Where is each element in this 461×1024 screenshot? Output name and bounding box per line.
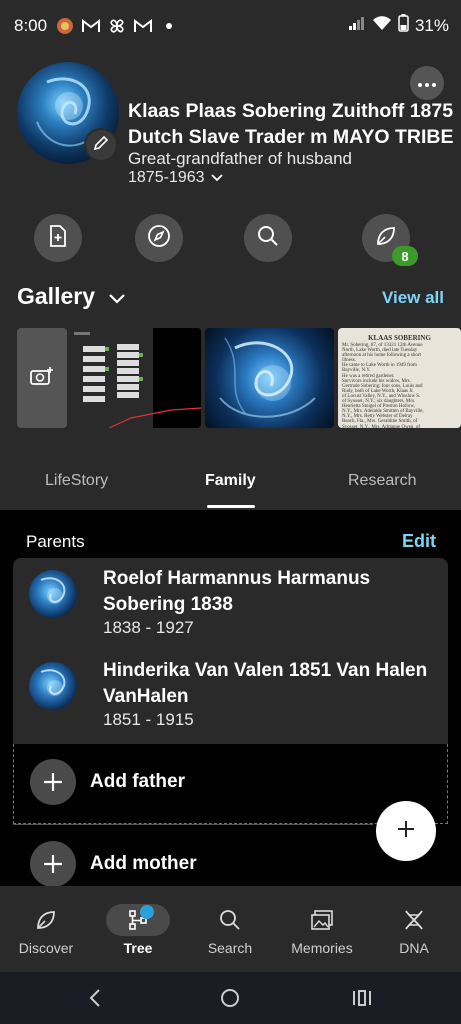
- nav-memories[interactable]: Memories: [276, 886, 368, 972]
- home-icon[interactable]: [220, 988, 240, 1013]
- battery-percent: 31%: [414, 15, 449, 35]
- add-document-icon: [48, 224, 68, 252]
- active-tab-indicator: [207, 505, 255, 508]
- person-years-dropdown[interactable]: 1875-1963: [128, 169, 223, 187]
- nav-discover[interactable]: Discover: [0, 886, 92, 972]
- wifi-icon: [372, 15, 392, 36]
- parent-years: 1838 - 1927: [103, 618, 194, 637]
- notification-dot: [140, 905, 154, 919]
- more-dots-icon: [418, 74, 436, 92]
- status-time: 8:00: [14, 16, 48, 35]
- tab-research[interactable]: Research: [348, 472, 416, 490]
- leaf-icon: [375, 225, 397, 252]
- notification-app-icon: [55, 16, 75, 36]
- nav-label: DNA: [399, 940, 429, 956]
- nav-label: Search: [207, 940, 253, 956]
- gallery-title: Gallery: [17, 283, 95, 309]
- leaf-icon: [14, 904, 78, 936]
- search-icon: [257, 225, 279, 252]
- search-records-button[interactable]: [244, 214, 292, 262]
- explore-button[interactable]: [135, 214, 183, 262]
- recents-icon[interactable]: [352, 989, 372, 1012]
- newspaper-heading: KLAAS SOBERING: [368, 334, 431, 342]
- tree-icon: [106, 904, 170, 936]
- parents-card: Roelof Harmannus Harmanus Sobering 1838 …: [13, 558, 448, 744]
- newspaper-line: Syosset, N.Y., Mrs. Adrianne Owen, of: [342, 424, 421, 429]
- edit-photo-button[interactable]: [84, 128, 118, 162]
- add-mother-button[interactable]: Add mother: [30, 841, 197, 887]
- parent-name: Hinderika Van Valen 1851 Van Halen VanHa…: [103, 660, 428, 707]
- gallery-photo-artwork[interactable]: [205, 328, 334, 428]
- nav-dna[interactable]: DNA: [368, 886, 460, 972]
- edit-parents-button[interactable]: Edit: [402, 531, 436, 552]
- tab-lifestory[interactable]: LifeStory: [45, 472, 108, 490]
- person-name: Klaas Plaas Sobering Zuithoff 1875 Dutch…: [128, 100, 454, 148]
- nav-search[interactable]: Search: [184, 886, 276, 972]
- chevron-down-icon: [109, 283, 125, 310]
- nav-label: Tree: [123, 940, 153, 956]
- add-person-fab[interactable]: [376, 801, 436, 861]
- search-icon: [198, 904, 262, 936]
- add-record-button[interactable]: [34, 214, 82, 262]
- nav-tree[interactable]: Tree: [92, 886, 184, 972]
- newspaper-text: Mr. Sobering, 87, of 13321 12th Avenue No…: [338, 342, 461, 428]
- system-navigation-bar: [0, 972, 461, 1024]
- person-years: 1875-1963: [128, 169, 205, 186]
- avatar: [29, 662, 77, 710]
- view-all-link[interactable]: View all: [382, 288, 444, 308]
- gallery-photo-newspaper[interactable]: KLAAS SOBERING Mr. Sobering, 87, of 1332…: [338, 328, 461, 428]
- parent-years: 1851 - 1915: [103, 710, 194, 729]
- parents-section-title: Parents: [26, 532, 85, 551]
- signal-icon: [348, 15, 366, 36]
- gmail-icon: [81, 16, 101, 36]
- add-photo-tile[interactable]: [17, 328, 67, 428]
- hints-count-badge: 8: [392, 246, 418, 266]
- tab-family[interactable]: Family: [205, 472, 256, 490]
- photos-icon: [290, 904, 354, 936]
- dna-icon: [382, 904, 446, 936]
- chevron-down-icon: [210, 169, 223, 187]
- person-relation: Great-grandfather of husband: [128, 149, 352, 168]
- parent-row-mother[interactable]: Hinderika Van Valen 1851 Van Halen VanHa…: [13, 650, 448, 744]
- nav-label: Discover: [18, 940, 74, 956]
- status-bar: 8:00 31%: [0, 0, 461, 52]
- avatar: [29, 570, 77, 618]
- more-notifications-dot-icon: [159, 16, 179, 36]
- bottom-navigation: Discover Tree Search Memories DNA: [0, 886, 461, 972]
- divider: [13, 824, 373, 825]
- add-mother-label: Add mother: [90, 853, 197, 874]
- plus-icon: [30, 759, 76, 805]
- back-icon[interactable]: [88, 988, 102, 1013]
- plus-icon: [30, 841, 76, 887]
- plus-icon: [396, 819, 416, 844]
- nav-label: Memories: [291, 940, 353, 956]
- battery-icon: [398, 14, 409, 37]
- parent-name: Roelof Harmannus Harmanus Sobering 1838: [103, 568, 371, 615]
- gmail-icon-2: [133, 16, 153, 36]
- add-photo-icon: [30, 366, 54, 391]
- compass-icon: [147, 224, 171, 253]
- more-options-button[interactable]: [410, 66, 444, 100]
- pencil-icon: [93, 135, 109, 156]
- add-father-button[interactable]: Add father: [30, 759, 185, 805]
- add-father-label: Add father: [90, 771, 185, 792]
- parent-row-father[interactable]: Roelof Harmannus Harmanus Sobering 1838 …: [13, 558, 448, 650]
- pinwheel-icon: [107, 16, 127, 36]
- gallery-photo-screenshot[interactable]: [71, 328, 201, 428]
- gallery-header[interactable]: Gallery: [17, 283, 125, 310]
